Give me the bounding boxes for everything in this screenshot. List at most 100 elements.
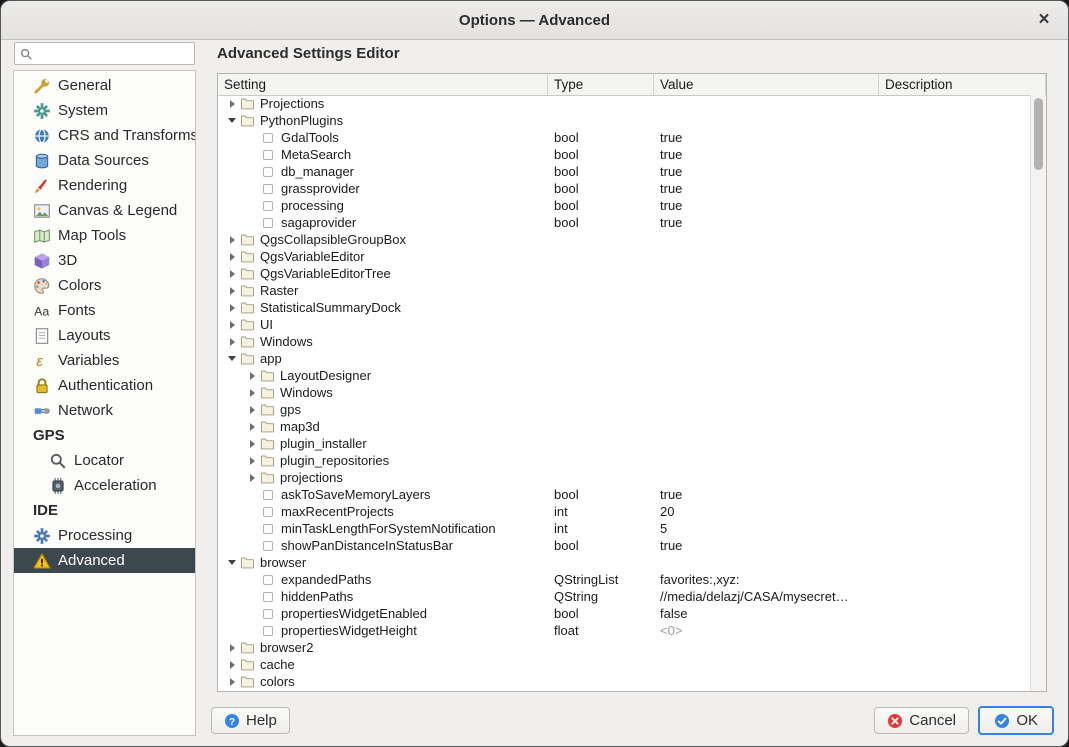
sidebar-item-variables[interactable]: εVariables	[14, 348, 195, 373]
tree-row[interactable]: plugin_installer	[218, 435, 1031, 452]
tree-row[interactable]: sagaproviderbooltrue	[218, 214, 1031, 231]
sidebar-item-canvas-legend[interactable]: Canvas & Legend	[14, 198, 195, 223]
sidebar-section-ide[interactable]: IDE	[14, 498, 195, 523]
expander-collapsed-icon[interactable]	[224, 657, 240, 673]
ok-button[interactable]: OK	[978, 706, 1054, 735]
tree-row[interactable]: QgsCollapsibleGroupBox	[218, 231, 1031, 248]
expander-collapsed-icon[interactable]	[224, 334, 240, 350]
expander-collapsed-icon[interactable]	[224, 317, 240, 333]
setting-cell: MetaSearch	[218, 147, 548, 163]
tree-row[interactable]: cache	[218, 656, 1031, 673]
expander-collapsed-icon[interactable]	[224, 96, 240, 112]
sidebar-item-system[interactable]: System	[14, 98, 195, 123]
tree-row[interactable]: grassproviderbooltrue	[218, 180, 1031, 197]
tree-row[interactable]: askToSaveMemoryLayersbooltrue	[218, 486, 1031, 503]
sidebar-item-layouts[interactable]: Layouts	[14, 323, 195, 348]
sidebar-item-map-tools[interactable]: Map Tools	[14, 223, 195, 248]
help-button[interactable]: ? Help	[211, 707, 290, 734]
tree-row[interactable]: gps	[218, 401, 1031, 418]
expander-collapsed-icon[interactable]	[244, 470, 260, 486]
setting-checkbox-icon	[263, 184, 273, 194]
sidebar-item-colors[interactable]: Colors	[14, 273, 195, 298]
column-header-setting[interactable]: Setting	[218, 74, 548, 95]
column-header-value[interactable]: Value	[654, 74, 879, 95]
expander-collapsed-icon[interactable]	[244, 368, 260, 384]
tree-row[interactable]: processingbooltrue	[218, 197, 1031, 214]
tree-row[interactable]: propertiesWidgetEnabledboolfalse	[218, 605, 1031, 622]
expander-collapsed-icon[interactable]	[224, 232, 240, 248]
expander-collapsed-icon[interactable]	[244, 385, 260, 401]
tree-row[interactable]: Windows	[218, 333, 1031, 350]
tree-row[interactable]: hiddenPathsQString//media/delazj/CASA/my…	[218, 588, 1031, 605]
expander-collapsed-icon[interactable]	[224, 283, 240, 299]
sidebar-item-data-sources[interactable]: Data Sources	[14, 148, 195, 173]
setting-cell: Windows	[218, 385, 548, 401]
column-header-type[interactable]: Type	[548, 74, 654, 95]
tree-row[interactable]: browser	[218, 554, 1031, 571]
tree-row[interactable]: showPanDistanceInStatusBarbooltrue	[218, 537, 1031, 554]
setting-name: cache	[260, 657, 295, 672]
cancel-button[interactable]: Cancel	[874, 707, 969, 734]
sidebar-item-general[interactable]: General	[14, 73, 195, 98]
tree-row[interactable]: PythonPlugins	[218, 112, 1031, 129]
titlebar[interactable]: Options — Advanced ×	[1, 1, 1068, 40]
tree-row[interactable]: colors	[218, 673, 1031, 690]
expander-collapsed-icon[interactable]	[244, 436, 260, 452]
setting-checkbox-icon	[263, 133, 273, 143]
tree-row[interactable]: GdalToolsbooltrue	[218, 129, 1031, 146]
search-input[interactable]	[36, 45, 194, 62]
sidebar-item-acceleration[interactable]: Acceleration	[14, 473, 195, 498]
tree-row[interactable]: browser2	[218, 639, 1031, 656]
column-header-description[interactable]: Description	[879, 74, 1046, 95]
tree-row[interactable]: maxRecentProjectsint20	[218, 503, 1031, 520]
setting-name: hiddenPaths	[281, 589, 353, 604]
tree-row[interactable]: app	[218, 350, 1031, 367]
sidebar-item-3d[interactable]: 3D	[14, 248, 195, 273]
tree-row[interactable]: MetaSearchbooltrue	[218, 146, 1031, 163]
tree-row[interactable]: Projections	[218, 95, 1031, 112]
tree-row[interactable]: minTaskLengthForSystemNotificationint5	[218, 520, 1031, 537]
tree-row[interactable]: StatisticalSummaryDock	[218, 299, 1031, 316]
sidebar-item-label: Fonts	[58, 302, 96, 319]
expander-expanded-icon[interactable]	[224, 351, 240, 367]
sidebar-item-label: Network	[58, 402, 113, 419]
tree-row[interactable]: QgsVariableEditor	[218, 248, 1031, 265]
expander-expanded-icon[interactable]	[224, 555, 240, 571]
expander-collapsed-icon[interactable]	[244, 419, 260, 435]
tree-row[interactable]: expandedPathsQStringListfavorites:,xyz:	[218, 571, 1031, 588]
tree-row[interactable]: UI	[218, 316, 1031, 333]
tree-row[interactable]: Windows	[218, 384, 1031, 401]
close-icon[interactable]: ×	[1032, 8, 1056, 32]
expander-collapsed-icon[interactable]	[244, 402, 260, 418]
sidebar-item-authentication[interactable]: Authentication	[14, 373, 195, 398]
vertical-scrollbar[interactable]	[1030, 95, 1046, 691]
tree-row[interactable]: map3d	[218, 418, 1031, 435]
expander-expanded-icon[interactable]	[224, 113, 240, 129]
tree-row[interactable]: projections	[218, 469, 1031, 486]
sidebar-section-gps[interactable]: GPS	[14, 423, 195, 448]
expander-collapsed-icon[interactable]	[224, 674, 240, 690]
sidebar-item-advanced[interactable]: Advanced	[14, 548, 195, 573]
sidebar-search[interactable]	[14, 42, 195, 65]
expander-collapsed-icon[interactable]	[224, 640, 240, 656]
expander-collapsed-icon[interactable]	[224, 266, 240, 282]
sidebar-item-network[interactable]: Network	[14, 398, 195, 423]
tree-row[interactable]: QgsVariableEditorTree	[218, 265, 1031, 282]
sidebar-item-crs-and-transforms[interactable]: CRS and Transforms	[14, 123, 195, 148]
sidebar-item-fonts[interactable]: AaFonts	[14, 298, 195, 323]
sidebar-item-processing[interactable]: Processing	[14, 523, 195, 548]
expander-collapsed-icon[interactable]	[224, 249, 240, 265]
scrollbar-thumb[interactable]	[1034, 98, 1043, 170]
tree-row[interactable]: LayoutDesigner	[218, 367, 1031, 384]
tree-row[interactable]: db_managerbooltrue	[218, 163, 1031, 180]
setting-cell: app	[218, 351, 548, 367]
setting-checkbox-icon	[263, 541, 273, 551]
tree-row[interactable]: Raster	[218, 282, 1031, 299]
tree-row[interactable]: propertiesWidgetHeightfloat<0>	[218, 622, 1031, 639]
sidebar-item-locator[interactable]: Locator	[14, 448, 195, 473]
expander-collapsed-icon[interactable]	[244, 453, 260, 469]
authentication-icon	[33, 377, 51, 395]
sidebar-item-rendering[interactable]: Rendering	[14, 173, 195, 198]
tree-row[interactable]: plugin_repositories	[218, 452, 1031, 469]
expander-collapsed-icon[interactable]	[224, 300, 240, 316]
